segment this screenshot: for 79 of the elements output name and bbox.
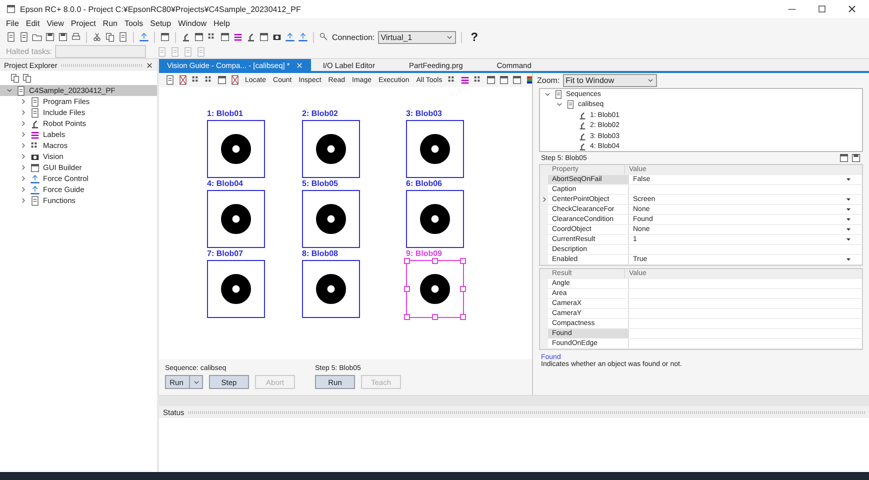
blob-label: 5: Blob05 — [302, 179, 338, 188]
ring-target-drawing — [420, 204, 450, 234]
upload-icon[interactable] — [285, 32, 295, 42]
blob-search-window[interactable] — [207, 120, 265, 178]
blob-label: 7: Blob07 — [207, 249, 244, 258]
chevron-down-icon — [193, 378, 200, 386]
menu-item[interactable]: Edit — [26, 19, 40, 28]
zoom-dropdown[interactable]: Fit to Window — [562, 74, 657, 86]
export-icon[interactable] — [298, 32, 308, 42]
menu-item[interactable]: Run — [102, 19, 118, 28]
resize-handle[interactable] — [460, 314, 466, 320]
blob-search-window[interactable] — [207, 260, 265, 318]
dropdown-arrow-icon[interactable] — [845, 256, 852, 263]
app-icon — [6, 4, 16, 14]
connection-dropdown[interactable]: Virtual_1 — [378, 30, 456, 44]
close-icon[interactable] — [146, 62, 153, 68]
menu-item[interactable]: Setup — [150, 19, 172, 28]
window-title: Epson RC+ 8.0.0 - Project C:¥EpsonRC80¥Projects¥C4Sample_20230412_PF — [20, 4, 301, 14]
chevron-down-icon — [646, 76, 654, 84]
menu-item[interactable]: Tools — [124, 19, 144, 28]
new-step-icon[interactable] — [165, 75, 175, 85]
resize-handle[interactable] — [460, 286, 466, 292]
blob-label: 3: Blob03 — [406, 109, 442, 118]
blob-label: 1: Blob01 — [207, 109, 244, 118]
resize-handle[interactable] — [460, 258, 466, 264]
help-button[interactable]: ? — [470, 30, 478, 44]
ring-target-drawing — [420, 134, 450, 164]
ring-target-drawing — [316, 134, 346, 164]
project-icon — [16, 86, 26, 96]
chevron-down-icon[interactable] — [6, 87, 13, 94]
ring-target-drawing — [316, 204, 346, 234]
halted-tasks-label: Halted tasks: — [6, 47, 52, 56]
ring-target-drawing — [221, 274, 251, 304]
menu-item[interactable]: Help — [214, 19, 230, 28]
blob-label: 2: Blob02 — [302, 109, 338, 118]
blob-search-window[interactable] — [302, 190, 360, 248]
menu-item[interactable]: View — [46, 19, 64, 28]
ring-target-drawing — [221, 134, 251, 164]
connection-label: Connection: — [332, 32, 375, 42]
menu-item[interactable]: Window — [178, 19, 207, 28]
sequence-icon — [566, 100, 575, 110]
panel-icon[interactable] — [194, 32, 204, 42]
blob-label: 8: Blob08 — [302, 249, 338, 258]
dropdown-arrow-icon[interactable] — [845, 176, 852, 183]
robot-icon[interactable] — [181, 32, 191, 42]
ring-target-drawing — [316, 274, 346, 304]
ring-target-drawing — [420, 274, 450, 304]
new-document-icon[interactable] — [19, 32, 29, 42]
new-file-icon[interactable] — [6, 32, 16, 42]
copy-icon[interactable] — [105, 32, 115, 42]
labels-icon[interactable] — [233, 32, 243, 42]
blob-search-window[interactable] — [302, 120, 360, 178]
resize-handle[interactable] — [404, 258, 410, 264]
menu-item[interactable]: Project — [70, 19, 96, 28]
blob-label: 6: Blob06 — [406, 179, 442, 188]
delete-step-icon[interactable] — [178, 75, 188, 85]
resize-handle[interactable] — [404, 314, 410, 320]
camera-icon[interactable] — [272, 32, 282, 42]
save-icon[interactable] — [45, 32, 55, 42]
blob-search-window[interactable] — [406, 190, 464, 248]
blob-label: 9: Blob09 — [406, 249, 442, 258]
blob-search-window[interactable] — [302, 260, 360, 318]
menu-item[interactable]: File — [6, 19, 19, 28]
resize-handle[interactable] — [404, 286, 410, 292]
blob-search-window[interactable] — [207, 190, 265, 248]
chevron-down-icon — [446, 34, 453, 40]
save-all-icon[interactable] — [58, 32, 68, 42]
run-window-icon[interactable] — [160, 32, 170, 42]
print-icon[interactable] — [71, 32, 81, 42]
resize-handle[interactable] — [432, 314, 438, 320]
blob-search-window[interactable] — [406, 120, 464, 178]
blob-search-window[interactable] — [406, 260, 464, 318]
resize-handle[interactable] — [432, 258, 438, 264]
maximize-icon[interactable] — [817, 4, 827, 14]
blob-label: 4: Blob04 — [207, 179, 244, 188]
cut-icon[interactable] — [92, 32, 102, 42]
zoom-label: Zoom: — [537, 76, 560, 84]
close-icon[interactable] — [847, 4, 857, 14]
ring-target-drawing — [221, 204, 251, 234]
